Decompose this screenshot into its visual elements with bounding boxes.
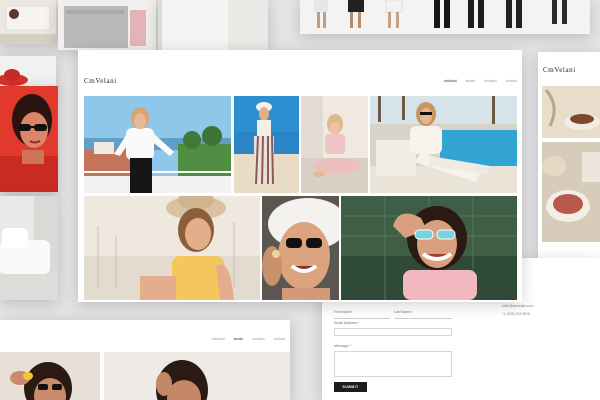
second-nav-location[interactable]: location [252, 337, 264, 341]
second-nav-editorial[interactable]: editorial [212, 337, 225, 341]
left-card-white-sofa [0, 196, 58, 300]
nav-studio[interactable]: studio [466, 79, 476, 83]
right-card-logo[interactable]: CmVelani [543, 66, 576, 74]
message-field[interactable] [334, 351, 452, 377]
photo-food-table[interactable] [542, 142, 600, 242]
second-nav-contact[interactable]: contact [274, 337, 286, 341]
top-left-card-3 [158, 0, 268, 50]
last-name-input[interactable] [394, 318, 452, 319]
photo-models-legs[interactable] [300, 0, 590, 34]
contact-phone[interactable]: +1 (555) 234-5678 [502, 312, 530, 316]
photo-white-shirt-balcony[interactable] [84, 96, 231, 193]
contact-email[interactable]: hello@cmvelani.com [502, 304, 533, 308]
main-card: CmVelani editorial studio location conta… [78, 50, 522, 302]
second-nav-studio[interactable]: studio [234, 337, 244, 341]
photo-woman-red-sunglasses[interactable] [0, 86, 58, 192]
main-nav: editorial studio location contact [444, 79, 517, 83]
last-name-label: Last Name [394, 310, 412, 314]
email-field[interactable] [334, 328, 452, 336]
nav-editorial[interactable]: editorial [444, 79, 457, 83]
photo-bread-bowl[interactable] [542, 86, 600, 138]
photo-tennis-court-sunglasses[interactable] [341, 196, 517, 300]
photo-woman-yellow-snack[interactable] [0, 352, 100, 400]
photo-striped-pants-beach[interactable] [234, 96, 299, 193]
top-left-card-2 [58, 0, 156, 50]
main-logo[interactable]: CmVelani [84, 77, 117, 85]
first-name-label: First Name [334, 310, 352, 314]
left-card-red-woman [0, 86, 58, 192]
top-left-card [0, 0, 56, 44]
email-label: Email Address * [334, 321, 360, 325]
photo-poolside-white-outfit[interactable] [370, 96, 517, 193]
photo-woman-dark-hair[interactable] [104, 352, 290, 400]
top-center-card [300, 0, 590, 34]
first-name-input[interactable] [334, 318, 390, 319]
photo-white-hat-smile[interactable] [262, 196, 339, 300]
photo-pink-sitting-room[interactable] [301, 96, 368, 193]
submit-button[interactable]: SUBMIT [334, 382, 367, 392]
photo-bucket-hat-yellow[interactable] [84, 196, 260, 300]
nav-contact[interactable]: contact [506, 79, 518, 83]
nav-location[interactable]: location [484, 79, 496, 83]
second-nav: editorial studio location contact [212, 337, 285, 341]
message-label: Message * [334, 344, 351, 348]
bottom-left-card: editorial studio location contact [0, 320, 290, 400]
